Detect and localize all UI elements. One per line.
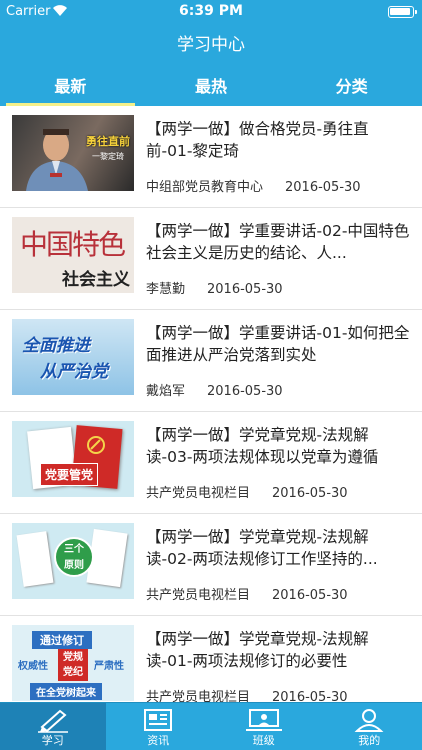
- thumbnail-badge-bottom: 原则: [64, 560, 84, 571]
- item-date: 2016-05-30: [272, 486, 348, 501]
- pen-icon: [37, 709, 68, 733]
- tabbar-label: 班级: [252, 734, 275, 747]
- status-bar: Carrier 6:39 PM: [0, 0, 422, 24]
- item-date: 2016-05-30: [207, 384, 283, 399]
- item-source: 共产党员电视栏目: [146, 690, 251, 702]
- item-meta: 中组部党员教育中心 2016-05-30: [146, 176, 361, 195]
- tabbar-item-mine[interactable]: 我的: [317, 703, 422, 750]
- classroom-icon: [245, 709, 282, 731]
- thumbnail-caption: 通过修订: [32, 631, 92, 649]
- tabbar-label: 我的: [358, 734, 381, 747]
- profile-icon: [354, 709, 384, 732]
- list-item[interactable]: 勇往直前 一黎定琦 【两学一做】做合格党员-勇往直前-01-黎定琦 中组部党员教…: [0, 106, 422, 208]
- item-date: 2016-05-30: [285, 180, 361, 195]
- tabbar-label: 资讯: [147, 734, 170, 747]
- item-title: 【两学一做】学党章党规-法规解读-02-两项法规修订工作坚持的...: [146, 528, 378, 568]
- item-date: 2016-05-30: [272, 690, 348, 702]
- item-source: 中组部党员教育中心: [146, 180, 264, 195]
- list-item[interactable]: 党要管党 【两学一做】学党章党规-法规解读-03-两项法规体现以党章为遵循 共产…: [0, 412, 422, 514]
- list-item[interactable]: 中国特色 社会主义 【两学一做】学重要讲话-02-中国特色社会主义是历史的结论、…: [0, 208, 422, 310]
- item-meta: 共产党员电视栏目 2016-05-30: [146, 584, 348, 603]
- party-emblem-icon: [87, 436, 105, 454]
- thumbnail-badge: 三个 原则: [54, 537, 94, 577]
- item-source: 戴焰军: [146, 384, 186, 399]
- thumbnail-badge-top: 三个: [64, 544, 84, 555]
- segment-tabs: 最新 最热 分类: [0, 70, 422, 106]
- thumbnail-image: 全面推进 从严治党: [12, 319, 134, 395]
- list-item[interactable]: 三个 原则 【两学一做】学党章党规-法规解读-02-两项法规修订工作坚持的...…: [0, 514, 422, 616]
- tab-hottest[interactable]: 最热: [141, 70, 282, 106]
- thumbnail-caption-line2: 从严治党: [40, 362, 108, 382]
- item-source: 李慧勤: [146, 282, 186, 297]
- thumbnail-subcaption: 一黎定琦: [92, 152, 124, 161]
- thumbnail-badge: 党规 党纪: [58, 649, 88, 681]
- item-title: 【两学一做】学党章党规-法规解读-01-两项法规修订的必要性: [146, 630, 369, 670]
- item-title: 【两学一做】学重要讲话-01-如何把全面推进从严治党落到实处: [146, 324, 410, 364]
- item-date: 2016-05-30: [272, 588, 348, 603]
- item-meta: 戴焰军 2016-05-30: [146, 380, 283, 399]
- list-item[interactable]: 全面推进 从严治党 【两学一做】学重要讲话-01-如何把全面推进从严治党落到实处…: [0, 310, 422, 412]
- header: Carrier 6:39 PM 学习中心 最新 最热 分类: [0, 0, 422, 106]
- newspaper-icon: [144, 709, 173, 731]
- thumbnail-caption-line1: 全面推进: [22, 336, 90, 356]
- item-meta: 共产党员电视栏目 2016-05-30: [146, 686, 348, 702]
- item-source: 共产党员电视栏目: [146, 486, 251, 501]
- bottom-tab-bar: 学习 资讯 班级 我的: [0, 702, 422, 750]
- item-title: 【两学一做】做合格党员-勇往直前-01-黎定琦: [146, 120, 369, 160]
- thumbnail-caption: 勇往直前: [86, 135, 130, 148]
- item-meta: 李慧勤 2016-05-30: [146, 278, 283, 297]
- item-title: 【两学一做】学党章党规-法规解读-03-两项法规体现以党章为遵循: [146, 426, 379, 466]
- course-list: 勇往直前 一黎定琦 【两学一做】做合格党员-勇往直前-01-黎定琦 中组部党员教…: [0, 106, 422, 702]
- thumbnail-image: 党要管党: [12, 421, 134, 497]
- thumbnail-badge-top: 党规: [63, 652, 83, 663]
- item-title: 【两学一做】学重要讲话-02-中国特色社会主义是历史的结论、人...: [146, 222, 410, 262]
- thumbnail-image: 三个 原则: [12, 523, 134, 599]
- tab-latest[interactable]: 最新: [0, 70, 141, 106]
- thumbnail-label-left: 权威性: [18, 661, 48, 672]
- thumbnail-caption: 中国特色: [20, 228, 126, 261]
- thumbnail-badge-bottom: 党纪: [63, 667, 83, 678]
- thumbnail-image: 勇往直前 一黎定琦: [12, 115, 134, 191]
- tabbar-label: 学习: [41, 734, 64, 747]
- thumbnail-caption-bottom: 在全党树起来: [30, 683, 102, 700]
- thumbnail-image: 通过修订 权威性 党规 党纪 严肃性 在全党树起来: [12, 625, 134, 701]
- tab-category[interactable]: 分类: [281, 70, 422, 106]
- item-source: 共产党员电视栏目: [146, 588, 251, 603]
- tabbar-item-news[interactable]: 资讯: [106, 703, 212, 750]
- thumbnail-image: 中国特色 社会主义: [12, 217, 134, 293]
- item-meta: 共产党员电视栏目 2016-05-30: [146, 482, 348, 501]
- list-item[interactable]: 通过修订 权威性 党规 党纪 严肃性 在全党树起来 【两学一做】学党章党规-法规…: [0, 616, 422, 702]
- item-date: 2016-05-30: [207, 282, 283, 297]
- battery-icon: [388, 6, 417, 18]
- thumbnail-label-right: 严肃性: [94, 661, 124, 672]
- page-title: 学习中心: [177, 35, 245, 55]
- thumbnail-subcaption: 社会主义: [62, 270, 130, 290]
- thumbnail-caption: 党要管党: [40, 463, 99, 486]
- status-time: 6:39 PM: [179, 3, 243, 19]
- tabbar-item-class[interactable]: 班级: [211, 703, 317, 750]
- tabbar-item-study[interactable]: 学习: [0, 703, 106, 750]
